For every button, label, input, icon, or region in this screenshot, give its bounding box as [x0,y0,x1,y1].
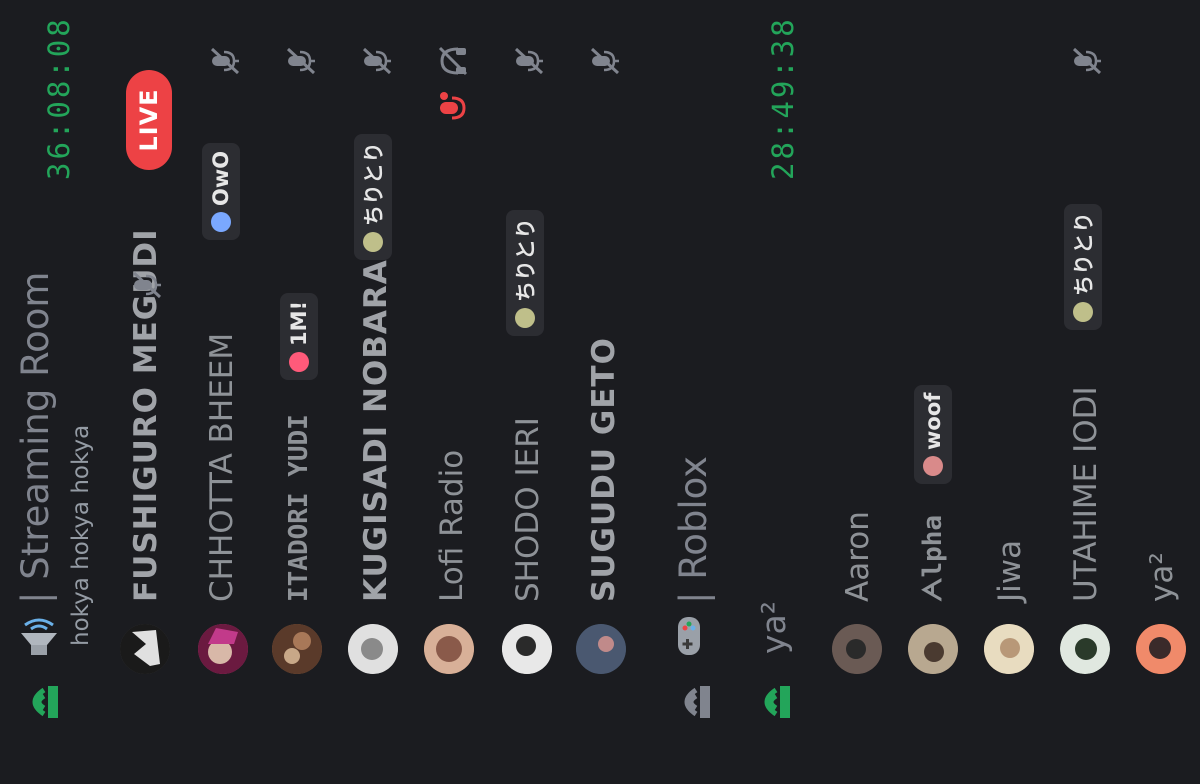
user-tag: woof [914,384,952,484]
avatar [272,624,322,674]
user-tag: ちりとり [506,210,544,336]
username: UTAHIME IODI [1068,386,1104,602]
voice-user-row[interactable]: CHHOTTA BHEEM OwO [186,0,262,784]
username: Jiwa [992,539,1028,602]
username: KUGISADI NOBARA [358,259,394,602]
avatar [1136,624,1186,674]
voice-user-row[interactable]: ya² [1124,0,1200,784]
skull-icon [289,352,309,372]
avatar [348,624,398,674]
tag-text: ちりとり [514,218,538,302]
mic-muted-icon [1070,44,1108,78]
avatar [120,624,170,674]
voice-user-row[interactable]: FUSHIGURO MEGUDI LIVE [110,0,186,784]
channel-ya2[interactable]: ya² 28:49:38 [736,0,814,784]
user-tag: ちりとり [1064,204,1102,330]
speaker-sound-icon [15,615,67,659]
voice-user-row[interactable]: Aaron [820,0,896,784]
channel-timer: 28:49:38 [766,16,800,180]
voice-channel-list: | Streaming Room hokya hokya hokya 36:08… [0,0,1200,784]
username: ᗅlpha [918,514,948,602]
voice-channel-icon [752,680,800,724]
avatar [198,624,248,674]
mic-muted-icon [588,44,626,78]
avatar [576,624,626,674]
avatar [1060,624,1110,674]
username: SHODO IERI [510,417,546,602]
channel-title: ya² [754,601,793,654]
channel-title: Streaming Room [14,271,57,580]
mic-muted-icon [360,44,398,78]
heart-icon [211,212,231,232]
live-badge: LIVE [126,70,172,170]
voice-user-row[interactable]: SUGUDU GETO [566,0,642,784]
tag-text: ちりとり [362,142,386,226]
voice-user-row[interactable]: KUGISADI NOBARA ちりとり [338,0,414,784]
voice-user-row[interactable]: ᗅlpha woof [896,0,972,784]
avatar [502,624,552,674]
channel-separator: | [672,591,715,604]
tag-text: ちりとり [1072,212,1096,296]
tag-text: woof [921,392,945,450]
mic-muted-icon [208,44,246,78]
channel-separator: | [14,591,57,604]
channel-roblox[interactable]: | Roblox [658,0,736,784]
avatar [832,624,882,674]
voice-user-row[interactable]: Jiwa [972,0,1048,784]
mic-muted-icon [130,268,168,302]
tag-text: 1M! [287,300,311,346]
channel-topic: hokya hokya hokya [68,424,94,646]
channel-name: | Streaming Room [14,272,57,604]
user-tag: OwO [202,142,240,240]
tag-text: OwO [209,150,233,206]
username: ITADORI YUDI [284,414,314,602]
channel-name: | Roblox [672,456,715,604]
headphones-deafened-icon [436,44,474,78]
mic-speaking-icon [436,90,474,124]
leaf-icon [363,232,383,252]
voice-user-row[interactable]: UTAHIME IODI ちりとり [1048,0,1124,784]
username: Lofi Radio [434,449,470,602]
channel-name: ya² [754,601,793,654]
username: ya² [1144,552,1180,602]
voice-user-row[interactable]: Lofi Radio [414,0,490,784]
voice-user-row[interactable]: ITADORI YUDI 1M! [262,0,338,784]
voice-channel-icon [672,680,720,724]
user-tag: ちりとり [354,134,392,260]
dog-icon [923,456,943,476]
leaf-icon [1073,302,1093,322]
channel-title: Roblox [672,455,715,580]
username: CHHOTTA BHEEM [204,332,240,602]
gamepad-icon [668,613,716,659]
mic-muted-icon [284,44,322,78]
avatar [984,624,1034,674]
avatar [424,624,474,674]
avatar [908,624,958,674]
mic-muted-icon [512,44,550,78]
voice-channel-icon [20,680,68,724]
username: SUGUDU GETO [586,337,622,602]
voice-user-row[interactable]: SHODO IERI ちりとり [490,0,566,784]
leaf-icon [515,308,535,328]
user-tag: 1M! [280,292,318,380]
channel-timer: 36:08:08 [42,16,76,180]
username: Aaron [840,511,876,602]
